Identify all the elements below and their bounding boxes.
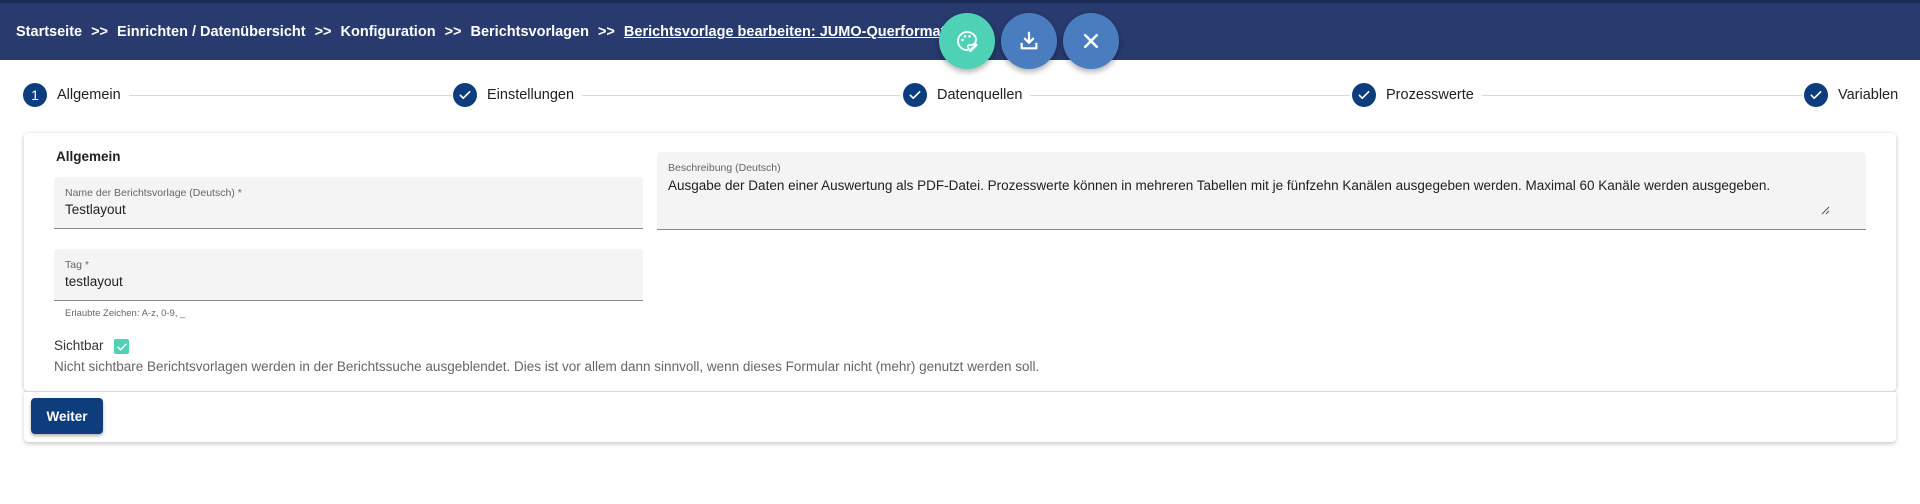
tag-field[interactable]: Tag * testlayout [54,249,643,301]
step-allgemein[interactable]: 1 Allgemein [23,83,129,107]
step-einstellungen[interactable]: Einstellungen [452,83,583,107]
tag-hint: Erlaubte Zeichen: A-z, 0-9, _ [65,308,186,319]
step-prozesswerte[interactable]: Prozesswerte [1352,83,1482,107]
breadcrumb-item-konfiguration[interactable]: Konfiguration [341,24,436,40]
step-connector [578,95,900,96]
step-label: Variablen [1838,87,1899,103]
breadcrumb-item-startseite[interactable]: Startseite [16,24,82,40]
breadcrumb-separator: >> [314,24,332,40]
breadcrumb-item-berichtsvorlagen[interactable]: Berichtsvorlagen [471,24,589,40]
visible-description: Nicht sichtbare Berichtsvorlagen werden … [54,359,1040,374]
visible-checkbox[interactable] [114,339,129,354]
description-field-label: Beschreibung (Deutsch) [668,162,781,174]
breadcrumb-separator: >> [91,24,109,40]
step-label: Einstellungen [487,87,575,103]
download-icon [1020,31,1038,50]
breadcrumb-separator: >> [597,24,615,40]
name-field-value[interactable]: Testlayout [65,202,126,217]
step-connector [1026,95,1350,96]
tag-field-value[interactable]: testlayout [65,274,123,289]
name-field-label: Name der Berichtsvorlage (Deutsch) * [65,187,242,199]
tag-field-label: Tag * [65,259,89,271]
resize-handle-icon[interactable] [1820,205,1830,215]
breadcrumb-separator: >> [444,24,462,40]
section-title: Allgemein [56,149,121,164]
step-label: Datenquellen [937,87,1023,103]
close-icon [1083,33,1099,49]
name-field[interactable]: Name der Berichtsvorlage (Deutsch) * Tes… [54,177,643,229]
step-variablen[interactable]: Variablen [1804,83,1899,107]
step-label: Prozesswerte [1386,87,1474,103]
footer-bar: Weiter [24,392,1896,442]
breadcrumb-item-einrichten[interactable]: Einrichten / Datenübersicht [117,24,306,40]
stepper: 1 Allgemein Einstellungen Datenquellen P… [0,60,1920,132]
step-datenquellen[interactable]: Datenquellen [903,83,1031,107]
check-icon [116,343,127,350]
description-field[interactable]: Beschreibung (Deutsch) Ausgabe der Daten… [657,152,1866,230]
step-connector [1476,95,1802,96]
step-label: Allgemein [57,87,121,103]
step-number: 1 [23,83,47,107]
palette-edit-icon [957,31,978,52]
breadcrumb: Startseite >> Einrichten / Datenübersicht >… [16,24,962,40]
check-icon [903,83,927,107]
step-connector [126,95,452,96]
check-icon [1804,83,1828,107]
check-icon [1352,83,1376,107]
description-field-value[interactable]: Ausgabe der Daten einer Auswertung als P… [668,178,1770,193]
visible-label: Sichtbar [54,338,104,353]
form-card: Allgemein Name der Berichtsvorlage (Deut… [24,133,1896,391]
check-icon [453,83,477,107]
next-button[interactable]: Weiter [31,398,103,434]
breadcrumb-current[interactable]: Berichtsvorlage bearbeiten: JUMO-Querfor… [624,24,962,40]
